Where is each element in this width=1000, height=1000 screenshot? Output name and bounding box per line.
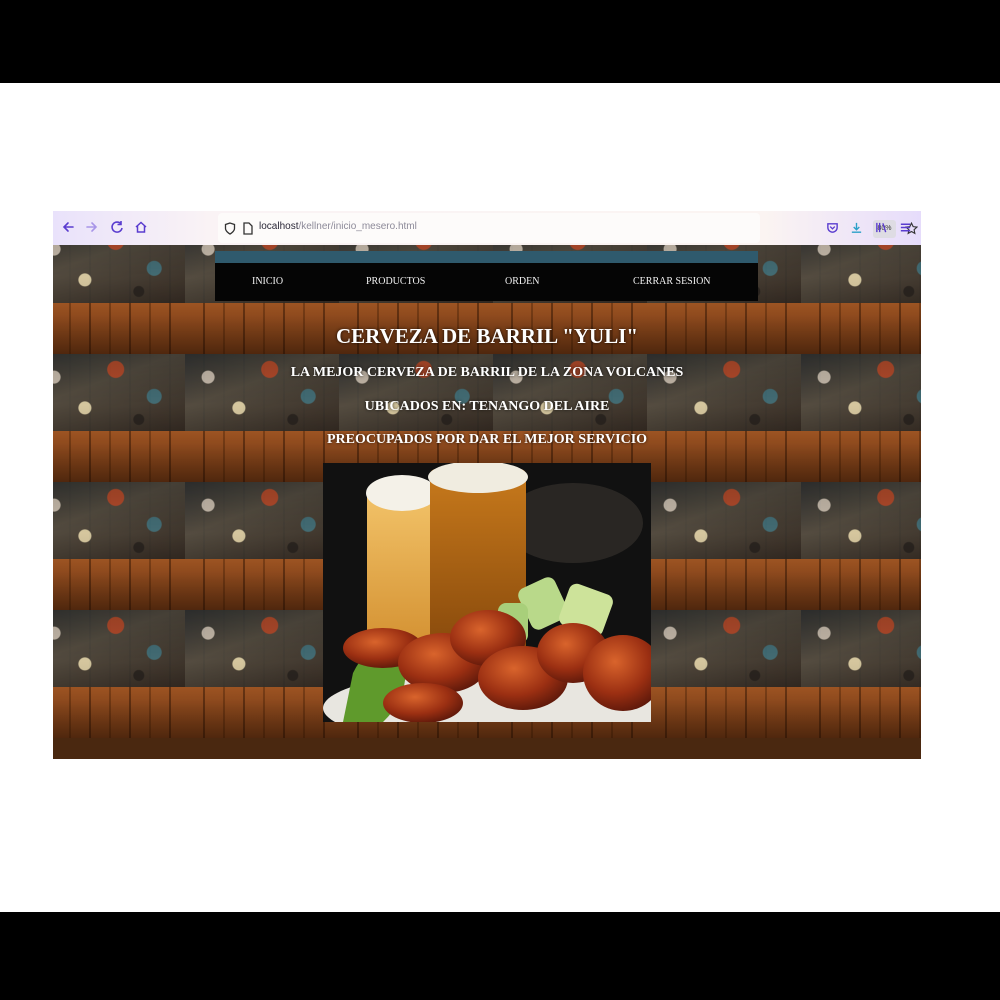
url-bar[interactable]: localhost/kellner/inicio_mesero.html 80% (218, 213, 918, 243)
menu-icon[interactable] (896, 218, 914, 236)
location-text: UBICADOS EN: TENANGO DEL AIRE (364, 399, 610, 414)
nav-item-inicio[interactable]: INICIO (252, 276, 283, 287)
page-viewport: INICIO PRODUCTOS ORDEN CERRAR SESION CER… (53, 245, 921, 759)
nav-item-productos[interactable]: PRODUCTOS (366, 276, 425, 287)
service-text: PREOCUPADOS POR DAR EL MEJOR SERVICIO (326, 432, 648, 447)
page-title: CERVEZA DE BARRIL "YULI" (335, 324, 639, 348)
nav-item-orden[interactable]: ORDEN (505, 276, 539, 287)
main-nav: INICIO PRODUCTOS ORDEN CERRAR SESION (215, 263, 758, 301)
url-path: /kellner/inicio_mesero.html (298, 221, 417, 232)
browser-toolbar: localhost/kellner/inicio_mesero.html 80% (53, 211, 921, 245)
beer-wings-photo (323, 463, 651, 722)
beer-wings-illustration (323, 463, 651, 722)
shield-icon[interactable] (221, 219, 239, 237)
library-icon[interactable] (872, 218, 890, 236)
home-icon[interactable] (132, 218, 150, 236)
url-text[interactable]: localhost/kellner/inicio_mesero.html (259, 221, 417, 232)
back-icon[interactable] (59, 218, 77, 236)
nav-accent-stripe (215, 251, 758, 263)
url-host: localhost (259, 221, 299, 232)
reload-icon[interactable] (108, 218, 126, 236)
nav-item-cerrar-sesion[interactable]: CERRAR SESION (633, 276, 711, 287)
tagline: LA MEJOR CERVEZA DE BARRIL DE LA ZONA VO… (290, 365, 684, 380)
download-icon[interactable] (847, 218, 865, 236)
page-icon (239, 219, 257, 237)
forward-icon[interactable] (83, 218, 101, 236)
pocket-icon[interactable] (823, 218, 841, 236)
